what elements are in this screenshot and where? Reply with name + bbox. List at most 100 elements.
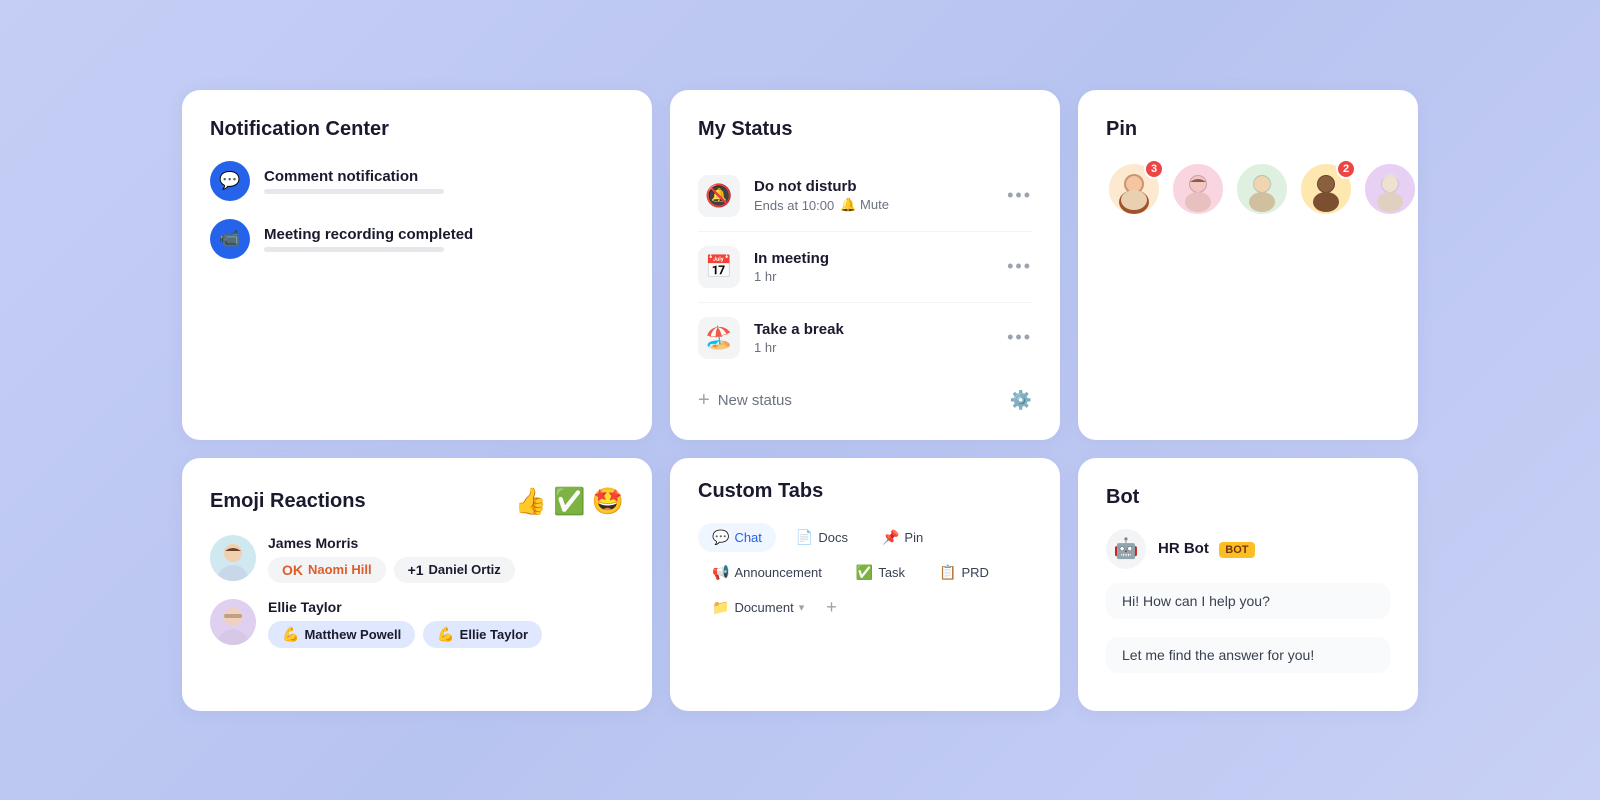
announcement-tab-icon: 📢: [712, 564, 729, 581]
ok-emoji: OK: [282, 562, 303, 578]
docs-tab-icon: 📄: [796, 529, 813, 546]
dnd-sub: Ends at 10:00 🔔 Mute: [754, 197, 993, 213]
tab-docs[interactable]: 📄 Docs: [782, 523, 862, 552]
docs-tab-label: Docs: [818, 530, 848, 545]
ellie-pills: 💪 Matthew Powell 💪 Ellie Taylor: [268, 621, 542, 648]
bot-message-2: Let me find the answer for you!: [1106, 637, 1390, 673]
prd-tab-icon: 📋: [939, 564, 956, 581]
dnd-info: Do not disturb Ends at 10:00 🔔 Mute: [754, 178, 993, 213]
pin-avatar-5[interactable]: [1362, 161, 1418, 217]
bot-card: Bot 🤖 HR Bot BOT Hi! How can I help you?…: [1078, 458, 1418, 711]
my-status-card: My Status 🔕 Do not disturb Ends at 10:00…: [670, 90, 1060, 440]
bot-messages: Hi! How can I help you? Let me find the …: [1106, 583, 1390, 683]
james-naomi-pill[interactable]: OK Naomi Hill: [268, 557, 386, 583]
tab-prd[interactable]: 📋 PRD: [925, 558, 1003, 587]
status-item-dnd[interactable]: 🔕 Do not disturb Ends at 10:00 🔔 Mute ••…: [698, 161, 1032, 232]
task-tab-icon: ✅: [856, 564, 873, 581]
pin-tab-label: Pin: [904, 530, 923, 545]
mute-badge: 🔔 Mute: [840, 197, 889, 213]
dnd-time: Ends at 10:00: [754, 198, 834, 213]
bot-name-row: HR Bot BOT: [1158, 540, 1255, 558]
notification-center-title: Notification Center: [210, 118, 624, 141]
bot-name: HR Bot: [1158, 540, 1209, 557]
pin-avatar-img-5: [1362, 161, 1418, 217]
notif-item-meeting[interactable]: 📹 Meeting recording completed: [210, 219, 624, 259]
pin-avatar-img-2: [1170, 161, 1226, 217]
break-sub: 1 hr: [754, 340, 993, 355]
ellie-avatar: [210, 599, 256, 645]
tab-pin[interactable]: 📌 Pin: [868, 523, 937, 552]
my-status-title: My Status: [698, 118, 1032, 141]
notif-comment-label: Comment notification: [264, 168, 624, 185]
main-container: Notification Center 💬 Comment notificati…: [142, 50, 1458, 751]
emoji-reactions-header: Emoji Reactions 👍 ✅ 🤩: [210, 486, 624, 517]
pin-card: Pin 3: [1078, 90, 1418, 440]
break-more-icon[interactable]: •••: [1007, 327, 1032, 348]
notif-comment-text: Comment notification: [264, 168, 624, 194]
pin-avatar-img-3: [1234, 161, 1290, 217]
tab-chat[interactable]: 💬 Chat: [698, 523, 776, 552]
notif-meeting-bar: [264, 247, 444, 252]
naomi-name: Naomi Hill: [308, 562, 372, 577]
pin-badge-4: 2: [1336, 159, 1356, 179]
bot-message-1: Hi! How can I help you?: [1106, 583, 1390, 619]
meeting-icon: 📹: [210, 219, 250, 259]
status-item-meeting[interactable]: 📅 In meeting 1 hr •••: [698, 232, 1032, 303]
notif-comment-bar: [264, 189, 444, 194]
meeting-more-icon[interactable]: •••: [1007, 256, 1032, 277]
james-pills: OK Naomi Hill +1 Daniel Ortiz: [268, 557, 515, 583]
comment-icon: 💬: [210, 161, 250, 201]
muscle2-emoji: 💪: [437, 626, 454, 643]
task-tab-label: Task: [878, 565, 905, 580]
break-icon: 🏖️: [698, 317, 740, 359]
notif-meeting-text: Meeting recording completed: [264, 226, 624, 252]
notif-item-comment[interactable]: 💬 Comment notification: [210, 161, 624, 201]
dnd-icon: 🔕: [698, 175, 740, 217]
james-daniel-pill[interactable]: +1 Daniel Ortiz: [394, 557, 515, 583]
ellie-matthew-pill[interactable]: 💪 Matthew Powell: [268, 621, 415, 648]
status-item-break[interactable]: 🏖️ Take a break 1 hr •••: [698, 303, 1032, 373]
new-status-label: New status: [718, 392, 792, 409]
gear-icon[interactable]: ⚙️: [1010, 390, 1032, 411]
muscle-emoji: 💪: [282, 626, 299, 643]
tab-task[interactable]: ✅ Task: [842, 558, 919, 587]
meeting-sub: 1 hr: [754, 269, 993, 284]
james-name: James Morris: [268, 535, 515, 551]
james-info: James Morris OK Naomi Hill +1 Daniel Ort…: [268, 535, 515, 583]
new-status-row: + New status ⚙️: [698, 389, 1032, 412]
dnd-more-icon[interactable]: •••: [1007, 185, 1032, 206]
pin-avatars: 3: [1106, 161, 1390, 217]
thumbs-up-emoji: 👍: [515, 486, 547, 517]
chat-tab-label: Chat: [734, 530, 761, 545]
custom-tabs-title: Custom Tabs: [698, 480, 1032, 503]
pin-avatar-3[interactable]: [1234, 161, 1290, 217]
bot-title: Bot: [1106, 486, 1390, 509]
james-avatar: [210, 535, 256, 581]
prd-tab-label: PRD: [962, 565, 989, 580]
done-emoji: ✅: [553, 486, 585, 517]
pin-badge-1: 3: [1144, 159, 1164, 179]
pin-avatar-4[interactable]: 2: [1298, 161, 1354, 217]
document-tab-label: Document: [734, 600, 793, 615]
emoji-reactions-title: Emoji Reactions: [210, 490, 366, 513]
emoji-icons: 👍 ✅ 🤩: [515, 486, 624, 517]
ellie-info: Ellie Taylor 💪 Matthew Powell 💪 Ellie Ta…: [268, 599, 542, 648]
chevron-down-icon: ▾: [799, 601, 805, 614]
new-status-button[interactable]: + New status: [698, 389, 792, 412]
dnd-name: Do not disturb: [754, 178, 993, 195]
add-tab-button[interactable]: +: [826, 597, 837, 618]
plus-icon: +: [698, 389, 710, 412]
custom-tabs-card: Custom Tabs 💬 Chat 📄 Docs 📌 Pin 📢 Announ…: [670, 458, 1060, 711]
notification-center-card: Notification Center 💬 Comment notificati…: [182, 90, 652, 440]
tab-document[interactable]: 📁 Document ▾: [698, 593, 818, 622]
reaction-person-ellie: Ellie Taylor 💪 Matthew Powell 💪 Ellie Ta…: [210, 599, 624, 648]
pin-avatar-1[interactable]: 3: [1106, 161, 1162, 217]
plus1-emoji: +1: [408, 562, 424, 578]
chat-tab-icon: 💬: [712, 529, 729, 546]
pin-tab-icon: 📌: [882, 529, 899, 546]
bot-icon: 🤖: [1106, 529, 1146, 569]
break-info: Take a break 1 hr: [754, 321, 993, 355]
ellie-ellie-pill[interactable]: 💪 Ellie Taylor: [423, 621, 542, 648]
pin-avatar-2[interactable]: [1170, 161, 1226, 217]
tab-announcement[interactable]: 📢 Announcement: [698, 558, 836, 587]
